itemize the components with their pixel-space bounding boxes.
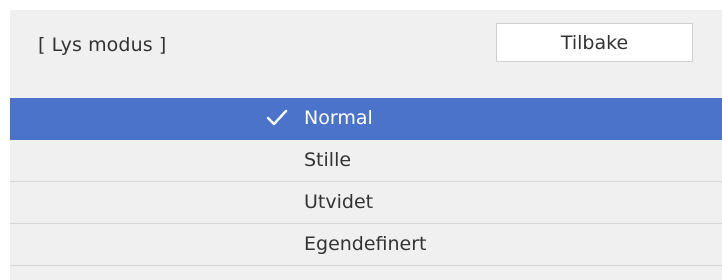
option-label: Stille bbox=[304, 149, 352, 171]
option-normal[interactable]: Normal bbox=[10, 98, 722, 140]
checkmark-icon bbox=[266, 109, 288, 126]
panel-title: [ Lys modus ] bbox=[38, 34, 167, 56]
option-utvidet[interactable]: Utvidet bbox=[10, 182, 722, 224]
option-label: Normal bbox=[304, 107, 373, 129]
option-stille[interactable]: Stille bbox=[10, 140, 722, 182]
back-button[interactable]: Tilbake bbox=[496, 23, 693, 62]
option-label: Utvidet bbox=[304, 191, 374, 213]
option-egendefinert[interactable]: Egendefinert bbox=[10, 224, 722, 266]
option-label: Egendefinert bbox=[304, 233, 427, 255]
light-mode-option-list: Normal Stille Utvidet Egendefinert bbox=[10, 98, 722, 266]
light-mode-panel: [ Lys modus ] Tilbake Normal Stille Utvi… bbox=[10, 10, 722, 280]
